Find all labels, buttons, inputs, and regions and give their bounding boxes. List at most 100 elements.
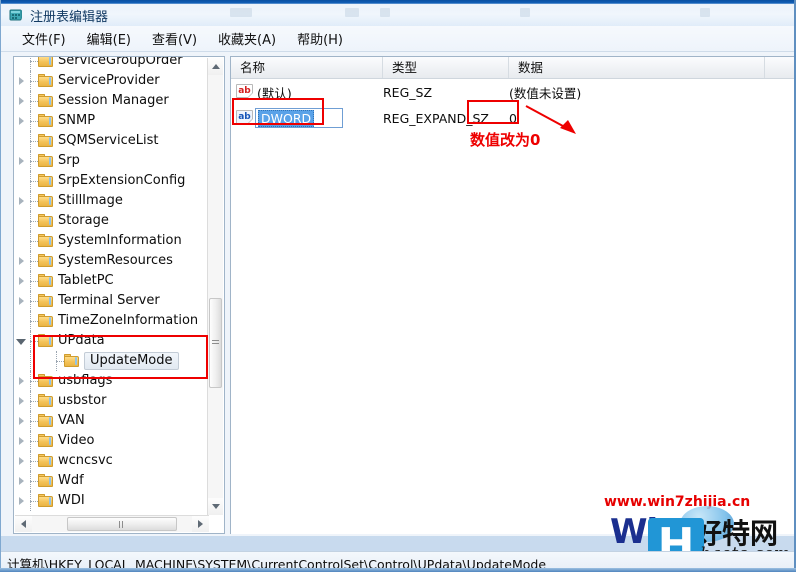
tree-guide-dash [30, 301, 38, 303]
tree-item-stillimage[interactable]: StillImage [14, 191, 210, 211]
tree-guide-line [30, 57, 32, 71]
tree-item-servicegrouporder[interactable]: ServiceGroupOrder [14, 57, 210, 71]
menu-help[interactable]: 帮助(H) [288, 26, 352, 51]
tree-collapse-arrow-icon[interactable] [16, 331, 26, 351]
tree-expand-arrow-icon[interactable] [16, 291, 26, 311]
horizontal-scrollbar-thumb[interactable] [67, 517, 177, 531]
title-bar[interactable]: 注册表编辑器 [0, 0, 796, 26]
tree-item-storage[interactable]: Storage [14, 211, 210, 231]
tree-item-timezoneinformation[interactable]: TimeZoneInformation [14, 311, 210, 331]
folder-icon [38, 174, 53, 187]
scroll-up-arrow[interactable] [208, 58, 223, 75]
tree-item-label: SNMP [58, 113, 96, 128]
tree-expand-arrow-icon[interactable] [16, 151, 26, 171]
folder-icon [38, 254, 53, 267]
scroll-down-arrow[interactable] [208, 498, 223, 515]
folder-icon [38, 494, 53, 507]
tree-expand-arrow-icon[interactable] [16, 411, 26, 431]
tree-horizontal-scrollbar[interactable] [15, 515, 209, 532]
folder-icon [38, 474, 53, 487]
annotation-value-note: 数值改为0 [470, 131, 541, 149]
tree-guide-dash [30, 61, 38, 63]
tree-item-wdi[interactable]: WDI [14, 491, 210, 511]
column-header-label: 数据 [518, 60, 544, 75]
tree-expand-arrow-icon[interactable] [16, 191, 26, 211]
tree-item-srpextensionconfig[interactable]: SrpExtensionConfig [14, 171, 210, 191]
tree-item-wcncsvc[interactable]: wcncsvc [14, 451, 210, 471]
string-value-icon: ab [236, 84, 253, 98]
tree-item-srp[interactable]: Srp [14, 151, 210, 171]
tree-item-van[interactable]: VAN [14, 411, 210, 431]
tree-item-terminal-server[interactable]: Terminal Server [14, 291, 210, 311]
menu-file[interactable]: 文件(F) [13, 26, 75, 51]
folder-icon [38, 194, 53, 207]
tree-item-sqmservicelist[interactable]: SQMServiceList [14, 131, 210, 151]
tree-expand-arrow-icon[interactable] [16, 451, 26, 471]
folder-icon [38, 314, 53, 327]
folder-icon [38, 154, 53, 167]
column-header-extra[interactable] [765, 57, 794, 78]
menu-edit[interactable]: 编辑(E) [78, 26, 140, 51]
tree-item-tabletpc[interactable]: TabletPC [14, 271, 210, 291]
menu-view[interactable]: 查看(V) [143, 26, 206, 51]
registry-editor-window: 注册表编辑器 文件(F) 编辑(E) 查看(V) 收藏夹(A) 帮助(H) Se… [0, 0, 796, 572]
registry-values-pane: 名称 类型 数据 ab (默认) REG_SZ (数值未设置) ab DWORD REG_EXP… [230, 56, 794, 534]
folder-icon [38, 234, 53, 247]
column-header-label: 名称 [240, 60, 266, 75]
column-header-label: 类型 [392, 60, 418, 75]
tree-guide-dash [30, 241, 38, 243]
tree-expand-arrow-icon[interactable] [16, 271, 26, 291]
tree-item-label: Session Manager [58, 93, 169, 108]
scroll-right-arrow[interactable] [192, 516, 209, 532]
tree-item-label: Storage [58, 213, 109, 228]
tree-guide-dash [30, 161, 38, 163]
folder-icon [38, 214, 53, 227]
tree-item-label: wcncsvc [58, 453, 113, 468]
folder-icon [38, 74, 53, 87]
column-header-数据[interactable]: 数据 [509, 57, 765, 78]
tree-expand-arrow-icon[interactable] [16, 71, 26, 91]
tree-expand-arrow-icon[interactable] [16, 91, 26, 111]
tree-item-label: SrpExtensionConfig [58, 173, 186, 188]
tree-expand-arrow-icon[interactable] [16, 471, 26, 491]
tree-item-serviceprovider[interactable]: ServiceProvider [14, 71, 210, 91]
tree-item-video[interactable]: Video [14, 431, 210, 451]
tree-item-systemresources[interactable]: SystemResources [14, 251, 210, 271]
tree-guide-dash [30, 481, 38, 483]
tree-guide-dash [30, 281, 38, 283]
menu-favorites[interactable]: 收藏夹(A) [209, 26, 285, 51]
folder-icon [38, 414, 53, 427]
annotation-rect-name [232, 98, 324, 125]
list-header: 名称 类型 数据 [231, 57, 794, 79]
tree-expand-arrow-icon[interactable] [16, 491, 26, 511]
column-header-名称[interactable]: 名称 [231, 57, 383, 78]
client-area: ServiceGroupOrder ServiceProvider Session … [1, 52, 795, 536]
value-data: (数值未设置) [509, 85, 582, 101]
annotation-rect-data [467, 100, 519, 124]
tree-item-usbstor[interactable]: usbstor [14, 391, 210, 411]
tree-item-label: StillImage [58, 193, 123, 208]
tree-expand-arrow-icon[interactable] [16, 251, 26, 271]
tree-item-systeminformation[interactable]: SystemInformation [14, 231, 210, 251]
folder-icon [38, 434, 53, 447]
tree-item-snmp[interactable]: SNMP [14, 111, 210, 131]
scrollbar-grip-icon [212, 340, 219, 346]
tree-expand-arrow-icon[interactable] [16, 431, 26, 451]
folder-icon [38, 57, 53, 67]
column-header-类型[interactable]: 类型 [383, 57, 509, 78]
annotation-rect-tree [33, 335, 208, 379]
tree-item-label: TabletPC [58, 273, 114, 288]
tree-guide-line [30, 351, 32, 371]
vertical-scrollbar-thumb[interactable] [209, 298, 222, 388]
tree-guide-dash [30, 101, 38, 103]
tree-expand-arrow-icon[interactable] [16, 371, 26, 391]
tree-guide-dash [30, 401, 38, 403]
tree-expand-arrow-icon[interactable] [16, 111, 26, 131]
title-ghost-strip [0, 6, 796, 24]
tree-guide-dash [30, 121, 38, 123]
tree-vertical-scrollbar[interactable] [207, 58, 223, 515]
tree-item-wdf[interactable]: Wdf [14, 471, 210, 491]
tree-expand-arrow-icon[interactable] [16, 391, 26, 411]
tree-item-session-manager[interactable]: Session Manager [14, 91, 210, 111]
scroll-left-arrow[interactable] [15, 516, 32, 532]
